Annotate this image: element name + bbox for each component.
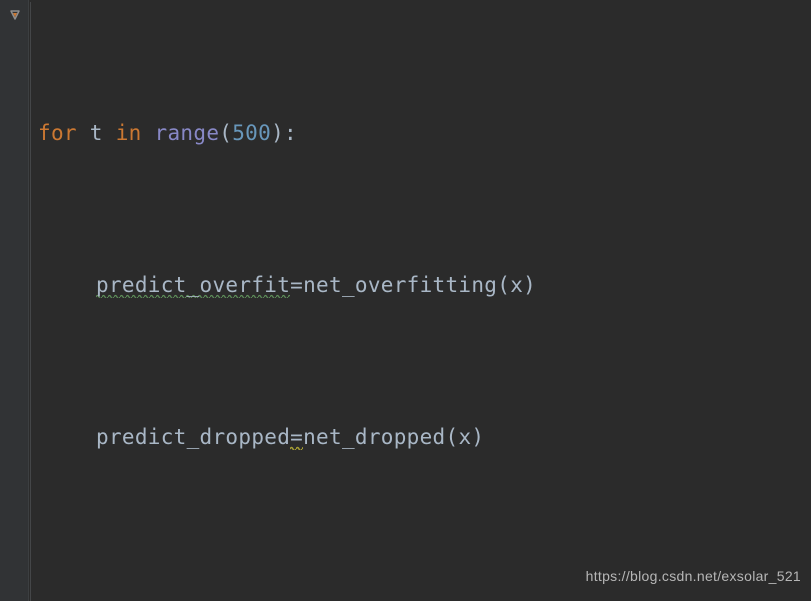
identifier-t: t	[90, 121, 103, 145]
watermark-text: https://blog.csdn.net/exsolar_521	[586, 557, 801, 595]
code-editor: for t in range(500): predict_overfit=net…	[0, 0, 811, 601]
var-predict-dropped: predict_dropped	[96, 425, 290, 449]
code-block: for t in range(500): predict_overfit=net…	[38, 0, 811, 601]
fold-marker-icon[interactable]	[8, 7, 24, 23]
editor-gutter	[0, 0, 29, 601]
keyword-for: for	[38, 121, 77, 145]
code-line: predict_dropped=net_dropped(x)	[38, 418, 811, 456]
code-line: for t in range(500):	[38, 114, 811, 152]
keyword-in: in	[116, 121, 142, 145]
call-net-overfitting: net_overfitting	[303, 273, 497, 297]
indent-guide	[30, 2, 31, 601]
var-predict-overfit: predict_overfit	[96, 273, 290, 299]
code-line: predict_overfit=net_overfitting(x)	[38, 266, 811, 304]
builtin-range: range	[155, 121, 220, 145]
call-net-dropped: net_dropped	[303, 425, 445, 449]
number-500: 500	[232, 121, 271, 145]
